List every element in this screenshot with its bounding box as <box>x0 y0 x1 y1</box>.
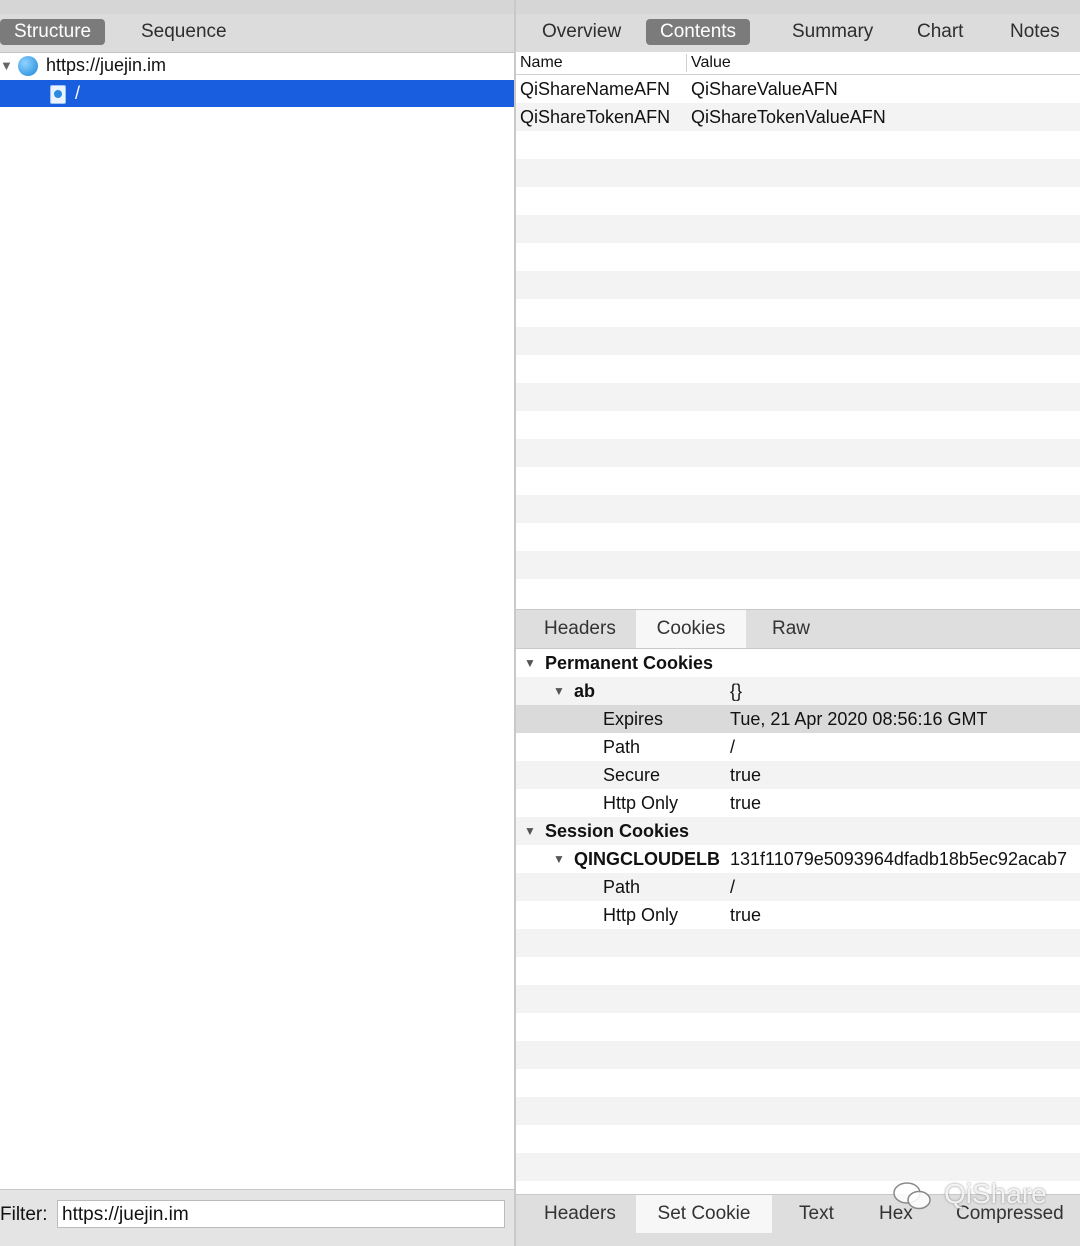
cookie-attr-row[interactable]: Http Only true <box>516 901 1080 929</box>
cookie-name: ab <box>574 681 596 701</box>
tab-contents[interactable]: Contents <box>646 19 751 45</box>
tab-chart[interactable]: Chart <box>903 19 977 45</box>
wechat-logo-icon <box>893 1182 931 1210</box>
filter-label: Filter: <box>0 1204 48 1225</box>
disclosure-triangle-icon[interactable]: ▼ <box>0 52 13 79</box>
request-tabbar: Headers Cookies Raw <box>516 609 1080 649</box>
empty-row <box>516 187 1080 215</box>
session-cookies-label: Session Cookies <box>545 821 690 841</box>
cookie-value: 131f11079e5093964dfadb18b5ec92acab7 <box>730 849 1067 869</box>
empty-row <box>516 1153 1080 1181</box>
request-tab-cookies[interactable]: Cookies <box>636 610 746 648</box>
tree-row-path[interactable]: / <box>0 80 514 107</box>
tab-notes[interactable]: Notes <box>996 19 1074 45</box>
permanent-cookies-label: Permanent Cookies <box>545 653 714 673</box>
attr-value: true <box>730 765 762 785</box>
cookie-value: {} <box>730 681 743 701</box>
cookie-attr-row[interactable]: Secure true <box>516 761 1080 789</box>
disclosure-triangle-icon[interactable]: ▼ <box>553 845 565 873</box>
cell-name: QiShareTokenAFN <box>520 107 671 127</box>
attr-key: Http Only <box>603 905 679 925</box>
cookie-row-qingcloudelb[interactable]: ▼ QINGCLOUDELB 131f11079e5093964dfadb18b… <box>516 845 1080 873</box>
attr-value: / <box>730 877 736 897</box>
tree-host-label: https://juejin.im <box>46 55 167 75</box>
empty-row <box>516 1013 1080 1041</box>
left-tabbar: Structure Sequence <box>0 14 514 53</box>
empty-row <box>516 271 1080 299</box>
column-header-name[interactable]: Name <box>520 54 563 72</box>
tab-summary[interactable]: Summary <box>778 19 887 45</box>
response-tab-headers[interactable]: Headers <box>532 1195 628 1233</box>
empty-row <box>516 523 1080 551</box>
empty-row <box>516 439 1080 467</box>
request-tab-raw[interactable]: Raw <box>760 610 822 648</box>
permanent-cookies-row[interactable]: ▼ Permanent Cookies <box>516 649 1080 677</box>
empty-row <box>516 467 1080 495</box>
response-tab-set-cookie[interactable]: Set Cookie <box>636 1195 772 1233</box>
empty-row <box>516 1041 1080 1069</box>
attr-value: true <box>730 793 762 813</box>
document-icon <box>50 85 66 104</box>
empty-row <box>516 299 1080 327</box>
empty-row <box>516 243 1080 271</box>
tree-path-label: / <box>75 83 81 103</box>
tab-structure[interactable]: Structure <box>0 19 106 45</box>
empty-row <box>516 1097 1080 1125</box>
cookie-row-ab[interactable]: ▼ ab {} <box>516 677 1080 705</box>
empty-row <box>516 1125 1080 1153</box>
watermark-text: QiShare <box>944 1178 1047 1209</box>
session-cookies-row[interactable]: ▼ Session Cookies <box>516 817 1080 845</box>
table-row[interactable]: QiShareNameAFN QiShareValueAFN <box>516 75 1080 103</box>
table-row[interactable]: QiShareTokenAFN QiShareTokenValueAFN <box>516 103 1080 131</box>
structure-pane: Structure Sequence ▼ https://juejin.im /… <box>0 0 514 1246</box>
empty-row <box>516 985 1080 1013</box>
cookie-attr-row[interactable]: Expires Tue, 21 Apr 2020 08:56:16 GMT <box>516 705 1080 733</box>
cookie-attr-row[interactable]: Path / <box>516 733 1080 761</box>
response-tab-text[interactable]: Text <box>787 1195 846 1233</box>
filter-bar: Filter: https://juejin.im <box>0 1189 514 1246</box>
top-strip-right <box>516 0 1080 14</box>
empty-row <box>516 929 1080 957</box>
attr-key: Path <box>603 877 641 897</box>
empty-row <box>516 411 1080 439</box>
empty-row <box>516 495 1080 523</box>
disclosure-triangle-icon[interactable]: ▼ <box>553 677 565 705</box>
cell-value: QiShareValueAFN <box>691 79 838 99</box>
cookie-name: QINGCLOUDELB <box>574 849 720 869</box>
column-header-value[interactable]: Value <box>691 54 731 72</box>
detail-pane: Overview Contents Summary Chart Notes Na… <box>516 0 1080 1246</box>
attr-key: Path <box>603 737 641 757</box>
disclosure-triangle-icon[interactable]: ▼ <box>524 817 536 845</box>
empty-row <box>516 131 1080 159</box>
empty-row <box>516 383 1080 411</box>
attr-value: true <box>730 905 762 925</box>
attr-key: Expires <box>603 709 664 729</box>
empty-row <box>516 355 1080 383</box>
right-tabbar: Overview Contents Summary Chart Notes <box>516 14 1080 53</box>
globe-icon <box>18 56 38 76</box>
filter-input[interactable]: https://juejin.im <box>57 1200 505 1228</box>
tab-overview[interactable]: Overview <box>528 19 635 45</box>
empty-row <box>516 579 1080 607</box>
attr-value: Tue, 21 Apr 2020 08:56:16 GMT <box>730 709 988 729</box>
top-strip <box>0 0 514 14</box>
request-tab-headers[interactable]: Headers <box>532 610 628 648</box>
table-header: Name Value <box>516 52 1080 75</box>
attr-key: Http Only <box>603 793 679 813</box>
cookie-attr-row[interactable]: Http Only true <box>516 789 1080 817</box>
disclosure-triangle-icon[interactable]: ▼ <box>524 649 536 677</box>
empty-row <box>516 1069 1080 1097</box>
empty-row <box>516 551 1080 579</box>
empty-row <box>516 215 1080 243</box>
cell-name: QiShareNameAFN <box>520 79 671 99</box>
empty-row <box>516 159 1080 187</box>
cookie-attr-row[interactable]: Path / <box>516 873 1080 901</box>
empty-row <box>516 327 1080 355</box>
attr-key: Secure <box>603 765 661 785</box>
tab-sequence[interactable]: Sequence <box>127 19 241 45</box>
tree-row-host[interactable]: ▼ https://juejin.im <box>0 52 514 79</box>
cell-value: QiShareTokenValueAFN <box>691 107 886 127</box>
empty-row <box>516 957 1080 985</box>
attr-value: / <box>730 737 736 757</box>
